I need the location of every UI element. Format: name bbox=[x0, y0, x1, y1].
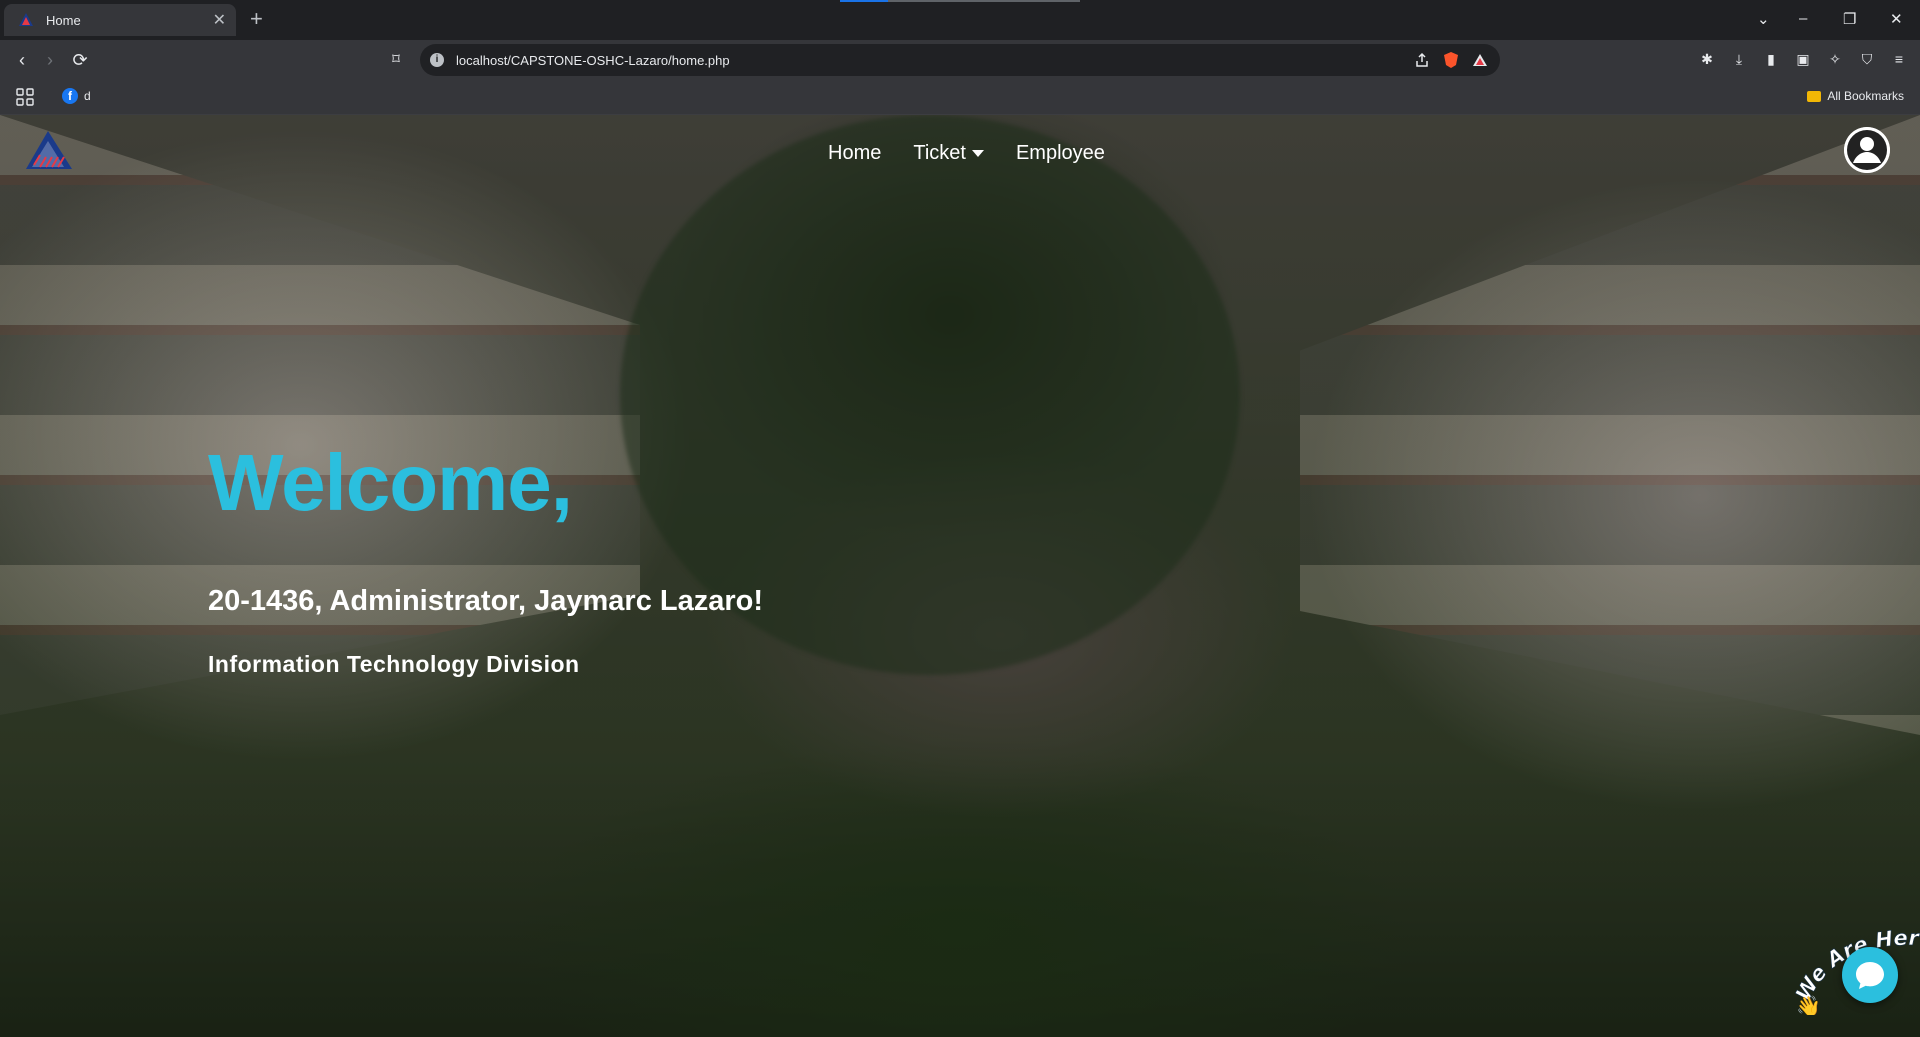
site-logo-icon[interactable] bbox=[24, 129, 74, 171]
caret-down-icon bbox=[971, 150, 984, 158]
downloads-icon[interactable]: ⤓ bbox=[1730, 50, 1748, 68]
tab-close-icon[interactable]: ✕ bbox=[213, 10, 226, 30]
hero-section: Home Ticket Employee Welcome, 20-1436, A… bbox=[0, 115, 1920, 1037]
reload-icon[interactable]: ⟳ bbox=[68, 48, 92, 72]
sidebar-icon[interactable]: ▮ bbox=[1762, 50, 1780, 68]
waving-hand-icon: 👋 bbox=[1796, 995, 1821, 1015]
apps-grid-icon[interactable] bbox=[16, 88, 34, 106]
restore-button[interactable]: ❐ bbox=[1843, 10, 1856, 28]
user-greeting: 20-1436, Administrator, Jaymarc Lazaro! bbox=[208, 585, 764, 617]
new-tab-button[interactable]: + bbox=[250, 8, 263, 30]
nav-home[interactable]: Home bbox=[828, 142, 881, 165]
chat-widget-button[interactable] bbox=[1842, 947, 1898, 1003]
bookmarks-bar: f d All Bookmarks bbox=[0, 80, 1920, 115]
nav-employee[interactable]: Employee bbox=[1016, 142, 1105, 165]
chat-bubble-icon bbox=[1856, 962, 1884, 989]
bookmark-label: d bbox=[84, 89, 91, 103]
background-building-left bbox=[0, 115, 640, 715]
tab-search-icon[interactable]: ⌄ bbox=[1757, 10, 1770, 28]
vpn-icon[interactable]: ⛉ bbox=[1858, 50, 1876, 68]
wallet-icon[interactable]: ▣ bbox=[1794, 50, 1812, 68]
nav-ticket-label: Ticket bbox=[913, 142, 966, 164]
facebook-icon: f bbox=[62, 88, 78, 104]
address-bar[interactable]: i localhost/CAPSTONE-OSHC-Lazaro/home.ph… bbox=[420, 44, 1500, 76]
site-navbar: Home Ticket Employee bbox=[0, 115, 1920, 185]
main-menu: Home Ticket Employee bbox=[828, 142, 1105, 165]
leo-ai-icon[interactable]: ✧ bbox=[1826, 50, 1844, 68]
toolbar-actions: ✱ ⤓ ▮ ▣ ✧ ⛉ ≡ bbox=[1698, 50, 1908, 68]
user-silhouette-icon bbox=[1844, 127, 1890, 173]
brave-rewards-icon[interactable] bbox=[1472, 52, 1488, 68]
loading-progress bbox=[840, 0, 888, 2]
share-icon[interactable] bbox=[1414, 52, 1430, 68]
bookmark-facebook[interactable]: f d bbox=[62, 88, 91, 104]
tab-strip: Home ✕ + ⌄ – ❐ ✕ bbox=[0, 0, 1920, 40]
brave-shields-icon[interactable] bbox=[1442, 51, 1460, 69]
user-division: Information Technology Division bbox=[208, 651, 580, 677]
nav-ticket-dropdown[interactable]: Ticket bbox=[913, 142, 984, 165]
back-icon[interactable]: ‹ bbox=[10, 48, 34, 72]
site-info-icon[interactable]: i bbox=[430, 53, 444, 67]
url-text[interactable]: localhost/CAPSTONE-OSHC-Lazaro/home.php bbox=[456, 53, 730, 68]
bookmark-icon[interactable]: ⌑ bbox=[384, 48, 408, 72]
extensions-icon[interactable]: ✱ bbox=[1698, 50, 1716, 68]
welcome-heading: Welcome, bbox=[208, 438, 573, 527]
site-logo-icon bbox=[19, 13, 33, 26]
folder-icon bbox=[1807, 90, 1822, 102]
user-avatar-icon[interactable] bbox=[1844, 127, 1890, 173]
browser-tab-home[interactable]: Home ✕ bbox=[4, 4, 236, 36]
browser-toolbar: ‹ › ⟳ ⌑ i localhost/CAPSTONE-OSHC-Lazaro… bbox=[0, 40, 1920, 80]
tab-title: Home bbox=[46, 12, 81, 28]
background-building-right bbox=[1300, 115, 1920, 735]
all-bookmarks-label: All Bookmarks bbox=[1827, 89, 1904, 103]
all-bookmarks-button[interactable]: All Bookmarks bbox=[1807, 89, 1904, 103]
menu-icon[interactable]: ≡ bbox=[1890, 50, 1908, 68]
minimize-button[interactable]: – bbox=[1799, 10, 1807, 27]
omnibox-actions bbox=[1414, 51, 1488, 69]
forward-icon[interactable]: › bbox=[38, 48, 62, 72]
close-window-button[interactable]: ✕ bbox=[1890, 10, 1903, 28]
